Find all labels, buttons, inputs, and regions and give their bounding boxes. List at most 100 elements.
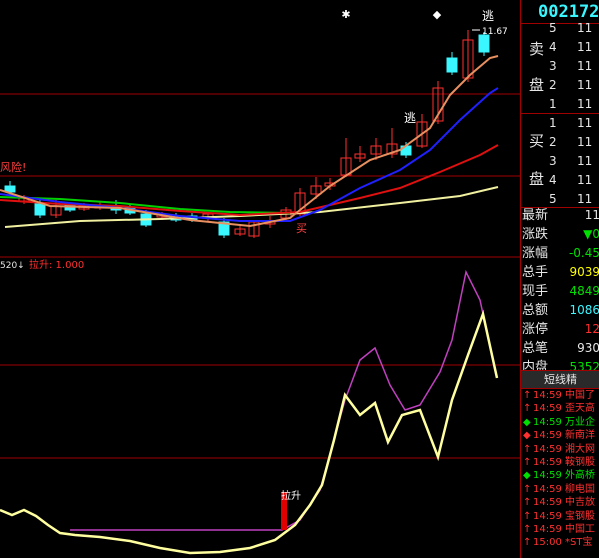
indicator-main-line [0,309,499,555]
ticker-item[interactable]: ↑ 14:59 中国工 [521,523,599,536]
sell-level-row[interactable]: 5 11 [521,19,599,38]
ticker-item[interactable]: ↑ 14:59 宝钢股 [521,510,599,523]
trend-icon: ↑ [523,457,532,468]
stat-label: 总手 [522,265,549,280]
level-number: 4 [549,173,557,187]
price-value: 11 [577,21,593,35]
buy-level-row[interactable]: 3 11 [521,152,599,171]
stat-label: 总额 [522,303,549,318]
escape-label-top: 逃 [482,9,494,23]
stat-row: 总额 1086 [521,300,599,321]
sell-level-row[interactable]: 1 11 [521,95,599,114]
candle [310,177,322,199]
stat-value: 12 [584,322,599,336]
ticker-stock-name: 万业企 [565,416,595,428]
ticker-item[interactable]: ↑ 14:59 中国了 [521,389,599,402]
level-number: 3 [549,154,557,168]
ticker-item[interactable]: ↑ 14:59 中吉放 [521,496,599,509]
ticker-stock-name: 新南洋 [565,430,595,442]
ticker-time: 14:59 [533,510,562,522]
price-value: 11 [577,116,593,130]
trend-icon: ↑ [523,403,532,415]
trend-icon: ↑ [523,483,532,495]
stat-row: 涨跌 ▼0 [521,224,599,245]
price-value: 11 [577,173,593,187]
ticker-time: 14:59 [533,416,562,428]
ticker-time: 14:59 [533,457,562,468]
quote-panel: 002172 卖 盘 5 11 4 11 3 11 2 11 1 11 买 盘 1 11 2 11 3 11… [520,0,599,558]
price-value: 11 [577,135,593,149]
buy-level-row[interactable]: 4 11 [521,171,599,190]
ticker-time: 14:59 [533,483,562,495]
price-value: 11 [577,154,593,168]
ticker-item[interactable]: ↑ 14:59 柳电国 [521,483,599,496]
candle [446,52,458,75]
ticker-item[interactable]: ↑ 14:59 歪天高 [521,402,599,415]
stat-label: 现手 [522,284,549,299]
stat-value: 1086 [569,303,599,317]
sell-level-row[interactable]: 4 11 [521,38,599,57]
stat-value: 11 [584,208,599,222]
sell-level-row[interactable]: 3 11 [521,57,599,76]
ticker-stock-name: 歪天高 [565,403,595,415]
stat-label: 涨跌 [522,227,549,242]
price-value: 11 [577,40,593,54]
trend-icon: ↑ [523,390,532,401]
indicator-name: 拉升: 1.000 [29,258,84,271]
star-marker: ✱ [341,8,350,21]
level-number: 3 [549,59,557,73]
trend-icon: ↑ [523,510,532,522]
ticker-item[interactable]: ↑ 15:00 *ST宝 [521,536,599,549]
stat-label: 涨幅 [522,246,549,261]
level-number: 2 [549,135,557,149]
trend-icon: ↑ [523,537,532,549]
candle [218,218,230,238]
buy-level-row[interactable]: 2 11 [521,133,599,152]
price-grid [0,93,520,459]
buy-level-row[interactable]: 1 11 [521,114,599,133]
buy-signal-label: 买 [296,222,307,235]
ticker-item[interactable]: ↑ 14:59 鞍钢股 [521,456,599,469]
ticker-time: 14:59 [533,443,562,455]
ticker-stock-name: 湘大网 [565,443,595,455]
sell-level-row[interactable]: 2 11 [521,76,599,95]
ticker-time: 14:59 [533,390,562,401]
ticker-time: 14:59 [533,524,562,535]
trend-icon: ◆ [523,430,531,442]
ticker-time: 14:59 [533,497,562,509]
kline-chart[interactable]: ✱ ◆ 逃 11.67 逃 风险! 买 520↓ 拉升: 1.000 拉升 [0,0,520,558]
ticker-header[interactable]: 短线精 [521,370,599,389]
trend-icon: ↑ [523,497,532,509]
candle [354,146,366,162]
ticker-item[interactable]: ◆ 14:59 新南洋 [521,429,599,442]
high-price-label: 11.67 [482,27,508,37]
level-number: 2 [549,78,557,92]
ticker-stock-name: 中吉放 [565,497,595,509]
stat-value: 9039 [569,265,599,279]
candle [248,220,260,238]
escape-label-mid: 逃 [404,111,416,125]
ticker-time: 14:59 [533,403,562,415]
ticker-time: 15:00 [533,537,562,549]
price-value: 11 [577,59,593,73]
diamond-marker: ◆ [433,8,442,21]
moving-average-lines [0,55,499,228]
ticker-stock-name: 外高桥 [565,470,595,482]
indicator-panel [0,269,499,555]
ticker-item[interactable]: ◆ 14:59 万业企 [521,416,599,429]
candle [340,138,352,177]
ticker-stock-name: 中国了 [565,390,595,401]
ticker-stock-name: 宝钢股 [565,510,595,522]
ticker-stock-name: 中国工 [565,524,595,535]
ticker-time: 14:59 [533,430,562,442]
ticker-item[interactable]: ◆ 14:59 外高桥 [521,469,599,482]
level-number: 5 [549,21,557,35]
trend-icon: ↑ [523,524,532,535]
stat-label: 总笔 [522,341,549,356]
stat-row: 最新 11 [521,205,599,226]
trend-icon: ◆ [523,470,531,482]
trend-icon: ◆ [523,416,531,428]
price-value: 11 [577,97,593,111]
indicator-prefix: 520↓ [0,261,25,271]
ticker-item[interactable]: ↑ 14:59 湘大网 [521,443,599,456]
